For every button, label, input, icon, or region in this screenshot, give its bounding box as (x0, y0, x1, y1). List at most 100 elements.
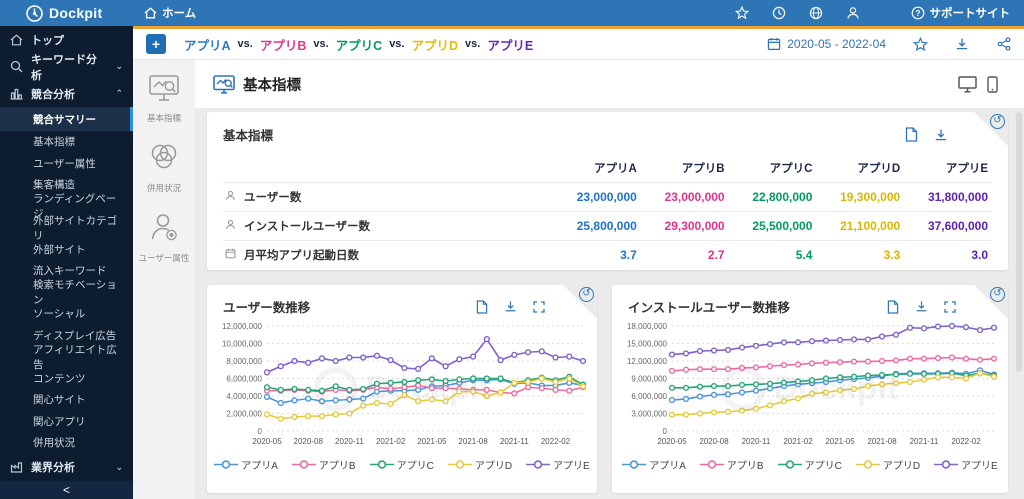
topbar-right: ? サポートサイト (735, 5, 1011, 21)
svg-text:0: 0 (663, 427, 668, 436)
compared-app-name[interactable]: アプリC (336, 35, 383, 54)
chart-card-icons (887, 299, 956, 314)
metric-value: 22,800,000 (752, 190, 813, 204)
legend-item[interactable]: アプリC (777, 457, 842, 472)
legend-marker-icon (699, 460, 724, 469)
dockpit-app: Dockpit ホーム ? サポートサイト トップ キーワード分析 ⌄ 競合分析… (0, 0, 1024, 499)
metrics-column-header: アプリB (681, 163, 725, 175)
star-icon[interactable] (735, 6, 750, 21)
svg-text:10,000,000: 10,000,000 (222, 340, 263, 349)
user-account-icon[interactable] (846, 6, 861, 21)
sidebar-item-keyword-analysis[interactable]: キーワード分析 ⌄ (0, 53, 133, 82)
mobile-device-icon[interactable] (987, 75, 998, 93)
svg-text:2021-08: 2021-08 (867, 437, 897, 446)
legend-item[interactable]: アプリE (526, 457, 590, 472)
sidebar-item-industry-analysis-icon (10, 461, 23, 474)
sidebar-subitem[interactable]: 関心アプリ (0, 411, 133, 433)
download-icon[interactable] (954, 36, 970, 52)
sidebar-collapse-button[interactable]: < (0, 480, 133, 499)
metrics-row: 月平均アプリ起動日数 3.7 2.7 5.4 3.3 3.0 (223, 240, 992, 270)
download-icon[interactable] (504, 300, 517, 313)
support-label: サポートサイト (929, 8, 1011, 20)
compared-app-name[interactable]: アプリD (411, 35, 458, 54)
add-app-button[interactable]: + (146, 34, 166, 54)
legend-item[interactable]: アプリE (934, 457, 998, 472)
compared-app-name[interactable]: アプリA (184, 35, 231, 54)
metrics-table: アプリA アプリB アプリC アプリD アプリE ユーザー数 23,000,000 23,0… (223, 154, 992, 269)
rail-item-基本指標[interactable]: 基本指標 (147, 74, 181, 124)
history-clock-icon[interactable] (772, 6, 787, 21)
sidebar-subitem[interactable]: 外部サイトカテゴリ (0, 215, 133, 242)
home-label: ホーム (162, 8, 197, 20)
expand-icon[interactable] (944, 300, 956, 313)
legend-item[interactable]: アプリA (214, 457, 278, 472)
metric-value: 25,500,000 (752, 219, 813, 233)
expand-icon[interactable] (533, 300, 545, 313)
support-site-link[interactable]: ? サポートサイト (911, 5, 1011, 21)
legend-item[interactable]: アプリC (369, 457, 434, 472)
chart-title: ユーザー数推移 (223, 301, 311, 315)
legend-item[interactable]: アプリD (855, 457, 920, 472)
sidebar-subitem[interactable]: ユーザー属性 (0, 153, 133, 175)
sidebar-subitem[interactable]: 外部サイト (0, 239, 133, 261)
report-doc-icon[interactable] (905, 127, 918, 142)
report-doc-icon[interactable] (476, 299, 488, 314)
chart-title: インストールユーザー数推移 (628, 301, 791, 315)
sidebar-item-competitive-analysis[interactable]: 競合分析 ⌃ (0, 80, 133, 107)
sidebar-item-industry-analysis[interactable]: 業界分析 ⌄ (0, 454, 133, 481)
help-icon: ? (911, 6, 924, 20)
rail-item-併用状況[interactable]: 併用状況 (147, 142, 181, 194)
legend-item[interactable]: アプリB (291, 457, 356, 472)
calendar-icon (225, 248, 237, 262)
metric-value: 29,300,000 (664, 219, 725, 233)
globe-icon[interactable] (809, 6, 824, 21)
report-doc-icon[interactable] (887, 299, 899, 314)
refresh-icon[interactable]: ↺ (990, 287, 1005, 302)
svg-text:15,000,000: 15,000,000 (627, 340, 668, 349)
refresh-icon[interactable]: ↺ (990, 114, 1005, 129)
metrics-card-icons (905, 127, 948, 142)
legend-item[interactable]: アプリD (447, 457, 512, 472)
sidebar-subitem[interactable]: ソーシャル (0, 303, 133, 325)
sidebar-subitem[interactable]: 競合サマリー (0, 107, 133, 131)
desktop-device-icon[interactable] (958, 75, 977, 93)
sidebar-subitem[interactable]: 併用状況 (0, 432, 133, 454)
sidebar-item-top[interactable]: トップ (0, 26, 133, 53)
svg-text:2020-08: 2020-08 (294, 437, 324, 446)
download-icon[interactable] (934, 128, 948, 142)
legend-marker-icon (526, 460, 551, 469)
sidebar-subitem[interactable]: 関心サイト (0, 389, 133, 411)
sidebar-subitem[interactable]: 検索モチベーション (0, 279, 133, 306)
svg-text:2020-11: 2020-11 (335, 437, 364, 446)
line-chart: Dockpit 0 2,000,000 4,000,000 6,000,000 8,00… (207, 318, 597, 472)
metric-value: 21,100,000 (840, 219, 901, 233)
sidebar-subitem[interactable]: コンテンツ (0, 368, 133, 390)
metric-value: 19,300,000 (840, 190, 901, 204)
compared-app-name[interactable]: アプリE (487, 35, 533, 54)
refresh-icon[interactable]: ↺ (579, 287, 594, 302)
content-area: ↺ 基本指標 アプリA アプリB アプリC アプリD アプリE ユーザー数 23,000,… (195, 108, 1024, 499)
svg-text:2021-08: 2021-08 (458, 437, 488, 446)
favorite-star-icon[interactable] (912, 36, 928, 52)
topbar: Dockpit ホーム ? サポートサイト (0, 0, 1024, 26)
download-icon[interactable] (915, 300, 928, 313)
sidebar-subitem[interactable]: アフィリエイト広告 (0, 344, 133, 371)
topbar-home-tab[interactable]: ホーム (144, 5, 196, 21)
date-range-picker[interactable]: 2020-05 - 2022-04 (767, 37, 886, 51)
legend-marker-icon (447, 460, 472, 469)
legend-item[interactable]: アプリA (622, 457, 686, 472)
metric-label: ユーザー数 (223, 183, 553, 212)
dockpit-logo[interactable]: Dockpit (26, 4, 130, 22)
metric-value: 2.7 (707, 248, 725, 262)
rail-item-ユーザー属性[interactable]: ユーザー属性 (139, 212, 189, 264)
page-title-wrap: 基本指標 (213, 74, 301, 95)
legend-item[interactable]: アプリB (699, 457, 764, 472)
vertical-scrollbar[interactable] (1016, 112, 1022, 372)
sidebar-subitem[interactable]: 基本指標 (0, 131, 133, 153)
share-icon[interactable] (996, 36, 1012, 52)
user-icon (225, 219, 237, 233)
svg-text:12,000,000: 12,000,000 (222, 322, 263, 331)
svg-text:2021-11: 2021-11 (910, 437, 939, 446)
svg-text:4,000,000: 4,000,000 (226, 392, 262, 401)
compared-app-name[interactable]: アプリB (260, 35, 307, 54)
